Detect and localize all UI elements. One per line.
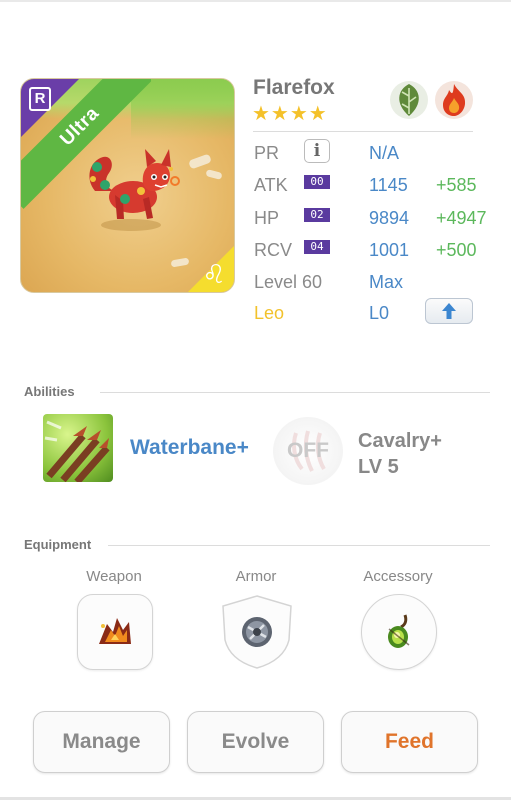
ground-stone <box>188 153 212 170</box>
pr-label: PR <box>254 143 280 163</box>
triple-arrow-skill-icon <box>44 420 110 482</box>
feed-button[interactable]: Feed <box>341 711 478 773</box>
abilities-divider <box>100 392 490 393</box>
arrow-up-icon <box>442 303 456 319</box>
weapon-icon <box>99 618 131 644</box>
zodiac-label: Leo <box>254 303 285 323</box>
pr-value: N/A <box>369 143 400 163</box>
equipment-section-title: Equipment <box>24 537 92 552</box>
fire-element-icon <box>435 81 473 119</box>
armor-slot-label: Armor <box>235 568 277 585</box>
hp-bonus: +4947 <box>436 208 487 228</box>
rcv-plus-badge: 04 <box>304 240 330 254</box>
weapon-slot[interactable] <box>77 594 153 670</box>
hp-value: 9894 <box>369 208 410 228</box>
rarity-badge: R <box>29 87 51 111</box>
leader-skill-status-icon[interactable]: OFF <box>273 417 343 485</box>
leader-skill-title: Cavalry+ <box>358 430 442 452</box>
active-skill-icon[interactable] <box>43 414 113 482</box>
hp-plus-badge: 02 <box>304 208 330 222</box>
rcv-bonus: +500 <box>436 240 477 260</box>
monster-portrait-card[interactable]: Ultra R ♌ <box>20 78 235 293</box>
hp-label: HP <box>254 208 280 228</box>
leaf-element-icon <box>390 81 428 119</box>
atk-label: ATK <box>254 175 288 195</box>
atk-value: 1145 <box>369 175 408 195</box>
accessory-icon <box>388 614 410 648</box>
star-rating: ★★★★ <box>252 103 328 125</box>
zodiac-level: L0 <box>369 303 390 323</box>
atk-plus-badge: 00 <box>304 175 330 189</box>
manage-button[interactable]: Manage <box>33 711 170 773</box>
leader-skill-state: OFF <box>287 439 329 462</box>
armor-icon <box>242 617 272 647</box>
level-label: Level 60 <box>254 272 323 292</box>
ground-stone <box>170 257 190 268</box>
armor-slot[interactable] <box>219 594 295 670</box>
monster-name: Flarefox <box>253 76 335 99</box>
leader-skill-level: LV 5 <box>358 456 399 478</box>
rcv-label: RCV <box>254 240 293 260</box>
abilities-section-title: Abilities <box>24 384 75 399</box>
accessory-slot-label: Accessory <box>363 568 433 585</box>
rcv-value: 1001 <box>369 240 410 260</box>
leo-zodiac-icon: ♌ <box>202 259 226 289</box>
zodiac-upgrade-button[interactable] <box>425 298 473 324</box>
level-value: Max <box>369 272 404 292</box>
leader-skill-name[interactable]: Cavalry+ LV 5 <box>358 428 498 480</box>
accessory-slot[interactable] <box>361 594 437 670</box>
active-skill-name[interactable]: Waterbane+ <box>130 436 249 460</box>
pr-info-button[interactable]: i <box>304 139 330 163</box>
top-divider <box>0 0 511 2</box>
weapon-slot-label: Weapon <box>86 568 142 585</box>
atk-bonus: +585 <box>436 175 477 195</box>
evolve-button[interactable]: Evolve <box>187 711 324 773</box>
header-divider <box>253 131 473 132</box>
equipment-divider <box>108 545 490 546</box>
ground-stone <box>205 169 223 180</box>
